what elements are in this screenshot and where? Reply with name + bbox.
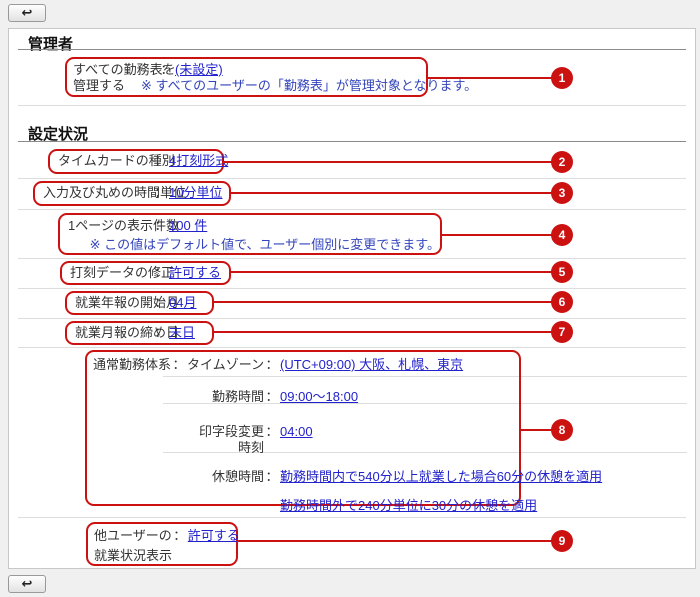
heading-rule <box>18 141 686 142</box>
annotation-box-9: 他ユーザーの ： 許可する 就業状況表示 <box>86 522 238 566</box>
print-change-label-line2: 時刻 <box>238 440 264 455</box>
other-user-label2: 就業状況表示 <box>94 548 172 564</box>
callout-connector <box>520 429 553 431</box>
timezone-label: タイムゾーン <box>187 357 264 373</box>
colon: ： <box>153 185 169 201</box>
manage-all-label2: 管理する <box>73 78 125 94</box>
break-rule-1-link[interactable]: 勤務時間内で540分以上就業した場合60分の休憩を適用 <box>280 469 602 485</box>
timecard-type-link[interactable]: 4打刻形式 <box>169 153 228 169</box>
manage-all-label: すべての勤務表を <box>73 62 159 78</box>
back-button-bottom[interactable]: ↩ <box>8 575 46 593</box>
annotation-box-6: 就業年報の開始月 ： 04月 <box>65 291 214 315</box>
time-unit-link[interactable]: 10分単位 <box>169 185 222 201</box>
work-system-label: 通常勤務体系 <box>93 357 171 373</box>
page-size-link[interactable]: 100 件 <box>169 218 207 234</box>
callout-9: 9 <box>551 530 573 552</box>
timecard-type-label: タイムカードの種別 <box>58 153 153 169</box>
separator <box>18 288 686 289</box>
page-size-note: ※ この値はデフォルト値で、ユーザー個別に変更できます。 <box>90 237 440 253</box>
callout-connector <box>427 77 553 79</box>
colon: ： <box>153 153 169 169</box>
separator <box>18 105 686 106</box>
back-button[interactable]: ↩ <box>8 4 46 22</box>
section-title-admin: 管理者 <box>28 33 73 54</box>
separator <box>18 517 686 518</box>
callout-connector <box>230 271 553 273</box>
colon: ： <box>264 389 280 405</box>
back-icon: ↩ <box>22 576 33 592</box>
back-icon: ↩ <box>22 5 33 21</box>
annotation-box-7: 就業月報の締め日 ： 末日 <box>65 321 214 345</box>
colon: ： <box>264 469 280 485</box>
callout-8: 8 <box>551 419 573 441</box>
section-title-status: 設定状況 <box>28 123 88 144</box>
other-user-link[interactable]: 許可する <box>188 528 240 544</box>
break-rule-2-link[interactable]: 勤務時間外で240分単位に30分の休憩を適用 <box>280 498 602 514</box>
heading-rule <box>18 49 686 50</box>
callout-7: 7 <box>551 321 573 343</box>
colon: ： <box>153 295 169 311</box>
annotation-box-1: すべての勤務表を ： (未設定) 管理する ※ すべてのユーザーの「勤務表」が管… <box>65 57 428 97</box>
stamp-edit-link[interactable]: 許可する <box>169 265 221 281</box>
colon: ： <box>153 218 169 234</box>
print-change-label-line1: 印字段変更 <box>199 424 264 439</box>
monthly-close-link[interactable]: 末日 <box>169 325 195 341</box>
annotation-box-4: 1ページの表示件数 ： 100 件 ※ この値はデフォルト値で、ユーザー個別に変… <box>58 213 442 255</box>
annotation-box-8: 通常勤務体系 ： タイムゾーン ： (UTC+09:00) 大阪、札幌、東京 勤… <box>85 350 521 506</box>
callout-2: 2 <box>551 151 573 173</box>
separator <box>18 209 686 210</box>
manage-target-link[interactable]: (未設定) <box>175 62 223 78</box>
colon: ： <box>264 424 280 440</box>
callout-connector <box>441 234 553 236</box>
colon: ： <box>153 265 169 281</box>
colon: ： <box>159 62 175 78</box>
work-hours-link[interactable]: 09:00～18:00 <box>280 389 358 405</box>
time-unit-label: 入力及び丸めの時間単位 <box>43 185 153 201</box>
annotation-box-3: 入力及び丸めの時間単位 ： 10分単位 <box>33 181 231 206</box>
separator <box>18 258 686 259</box>
callout-connector <box>213 301 553 303</box>
settings-panel: 管理者 設定状況 すべての勤務表を ： (未設定) 管理する ※ すべてのユ <box>8 28 696 569</box>
print-change-link[interactable]: 04:00 <box>280 424 313 440</box>
callout-connector <box>230 192 553 194</box>
annual-start-link[interactable]: 04月 <box>169 295 196 311</box>
callout-connector <box>237 540 553 542</box>
manage-all-note: ※ すべてのユーザーの「勤務表」が管理対象となります。 <box>141 78 477 94</box>
timezone-link[interactable]: (UTC+09:00) 大阪、札幌、東京 <box>280 357 463 373</box>
colon: ： <box>153 325 169 341</box>
screen: ↩ 管理者 設定状況 すべての勤務表を ： (未設定) 管理する <box>0 0 700 597</box>
colon: ： <box>172 528 188 544</box>
callout-5: 5 <box>551 261 573 283</box>
colon: ： <box>171 357 187 373</box>
colon: ： <box>264 357 280 373</box>
callout-3: 3 <box>551 182 573 204</box>
separator <box>18 318 686 319</box>
annotation-box-2: タイムカードの種別 ： 4打刻形式 <box>48 149 224 174</box>
separator <box>18 347 686 348</box>
break-time-label: 休憩時間 <box>187 469 264 485</box>
stamp-edit-label: 打刻データの修正 <box>70 265 153 281</box>
other-user-label: 他ユーザーの <box>94 528 172 544</box>
annotation-box-5: 打刻データの修正 ： 許可する <box>60 261 231 285</box>
callout-connector <box>213 331 553 333</box>
callout-connector <box>223 161 553 163</box>
monthly-close-label: 就業月報の締め日 <box>75 325 153 341</box>
work-hours-label: 勤務時間 <box>187 389 264 405</box>
annual-start-label: 就業年報の開始月 <box>75 295 153 311</box>
callout-4: 4 <box>551 224 573 246</box>
callout-6: 6 <box>551 291 573 313</box>
callout-1: 1 <box>551 67 573 89</box>
page-size-label: 1ページの表示件数 <box>68 218 153 234</box>
print-change-label: 印字段変更 時刻 <box>187 424 264 456</box>
separator <box>18 178 686 179</box>
